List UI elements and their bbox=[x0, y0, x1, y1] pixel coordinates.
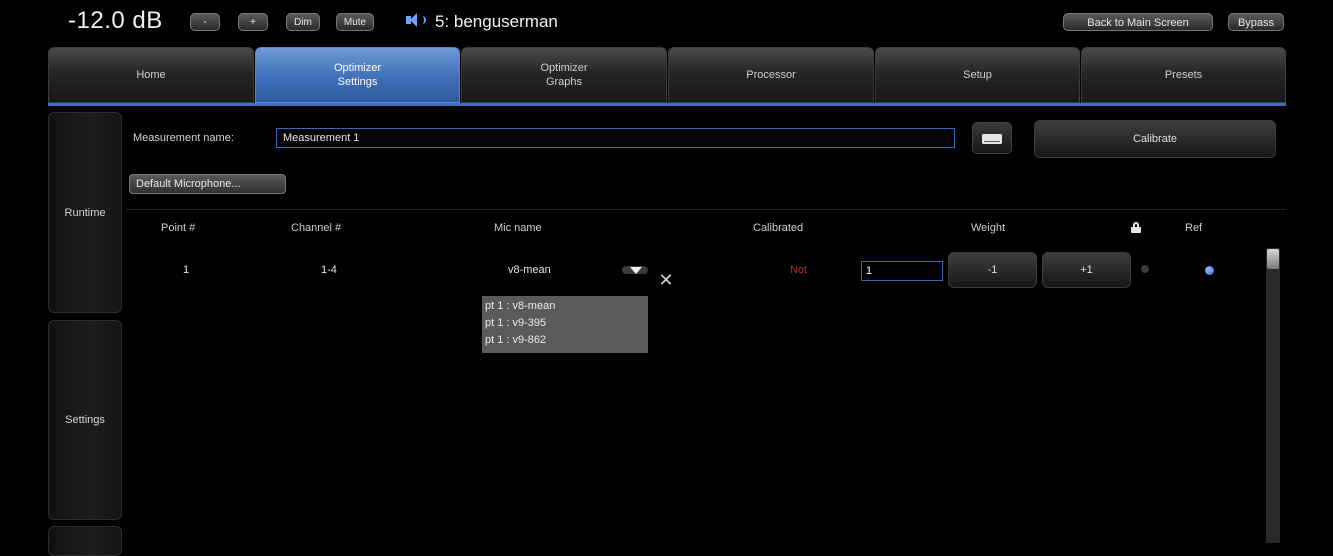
mic-option[interactable]: pt 1 : v8-mean bbox=[485, 298, 645, 315]
volume-readout: -12.0 dB bbox=[68, 7, 163, 34]
default-microphone-button[interactable]: Default Microphone... bbox=[129, 174, 286, 194]
measurement-name-label: Measurement name: bbox=[133, 132, 234, 144]
scrollbar[interactable] bbox=[1266, 248, 1280, 543]
tab-setup[interactable]: Setup bbox=[875, 47, 1080, 103]
header-ref: Ref bbox=[1185, 222, 1203, 234]
row-point: 1 bbox=[183, 264, 190, 276]
calibrate-button[interactable]: Calibrate bbox=[1034, 120, 1276, 158]
header-calibrated: Calibrated bbox=[753, 222, 804, 234]
weight-minus-button[interactable]: -1 bbox=[948, 252, 1037, 288]
mic-options-list: pt 1 : v8-mean pt 1 : v9-395 pt 1 : v9-8… bbox=[482, 296, 648, 353]
calibrated-status: Not bbox=[790, 264, 808, 276]
tab-optimizer-settings[interactable]: Optimizer Settings bbox=[255, 47, 460, 103]
header-mic-name: Mic name bbox=[494, 222, 542, 234]
preset-name: 5: benguserman bbox=[435, 12, 558, 31]
volume-up-button[interactable]: + bbox=[238, 13, 268, 31]
sidebar-item-runtime[interactable]: Runtime bbox=[48, 112, 122, 313]
sidebar-item-label: Runtime bbox=[64, 206, 106, 219]
weight-input[interactable]: 1 bbox=[861, 261, 943, 281]
ref-radio[interactable] bbox=[1205, 266, 1214, 275]
sidebar-item-label: Settings bbox=[65, 414, 105, 426]
tab-optimizer-graphs[interactable]: Optimizer Graphs bbox=[461, 47, 667, 103]
weight-plus-button[interactable]: +1 bbox=[1042, 252, 1131, 288]
dim-button[interactable]: Dim bbox=[286, 13, 320, 31]
bypass-button[interactable]: Bypass bbox=[1228, 13, 1284, 31]
tab-presets[interactable]: Presets bbox=[1081, 47, 1286, 103]
tab-processor[interactable]: Processor bbox=[668, 47, 874, 103]
speaker-icon bbox=[404, 12, 426, 28]
remove-mic-icon[interactable]: ✕ bbox=[656, 270, 676, 290]
header-weight: Weight bbox=[971, 222, 1006, 234]
sidebar-item-settings[interactable]: Settings bbox=[48, 320, 122, 520]
divider bbox=[126, 209, 1286, 210]
header-channel: Channel # bbox=[291, 222, 342, 234]
tab-home[interactable]: Home bbox=[48, 47, 254, 103]
mic-dropdown-icon[interactable] bbox=[622, 264, 648, 276]
main-tabs: Home Optimizer Settings Optimizer Graphs… bbox=[48, 47, 1286, 103]
lock-toggle[interactable] bbox=[1141, 265, 1149, 273]
tab-underline bbox=[48, 103, 1286, 106]
mic-option[interactable]: pt 1 : v9-862 bbox=[485, 332, 645, 349]
sidebar-item-more[interactable] bbox=[48, 526, 122, 556]
row-mic-name: v8-mean bbox=[508, 264, 551, 276]
lock-icon bbox=[1131, 222, 1141, 233]
volume-down-button[interactable]: - bbox=[190, 13, 220, 31]
measurement-name-input[interactable]: Measurement 1 bbox=[276, 128, 955, 148]
back-to-main-screen-button[interactable]: Back to Main Screen bbox=[1063, 13, 1213, 31]
mute-button[interactable]: Mute bbox=[336, 13, 374, 31]
keyboard-icon[interactable] bbox=[972, 122, 1012, 154]
row-channel: 1-4 bbox=[321, 264, 337, 276]
scrollbar-thumb[interactable] bbox=[1267, 249, 1279, 269]
mic-option[interactable]: pt 1 : v9-395 bbox=[485, 315, 645, 332]
header-point: Point # bbox=[161, 222, 196, 234]
